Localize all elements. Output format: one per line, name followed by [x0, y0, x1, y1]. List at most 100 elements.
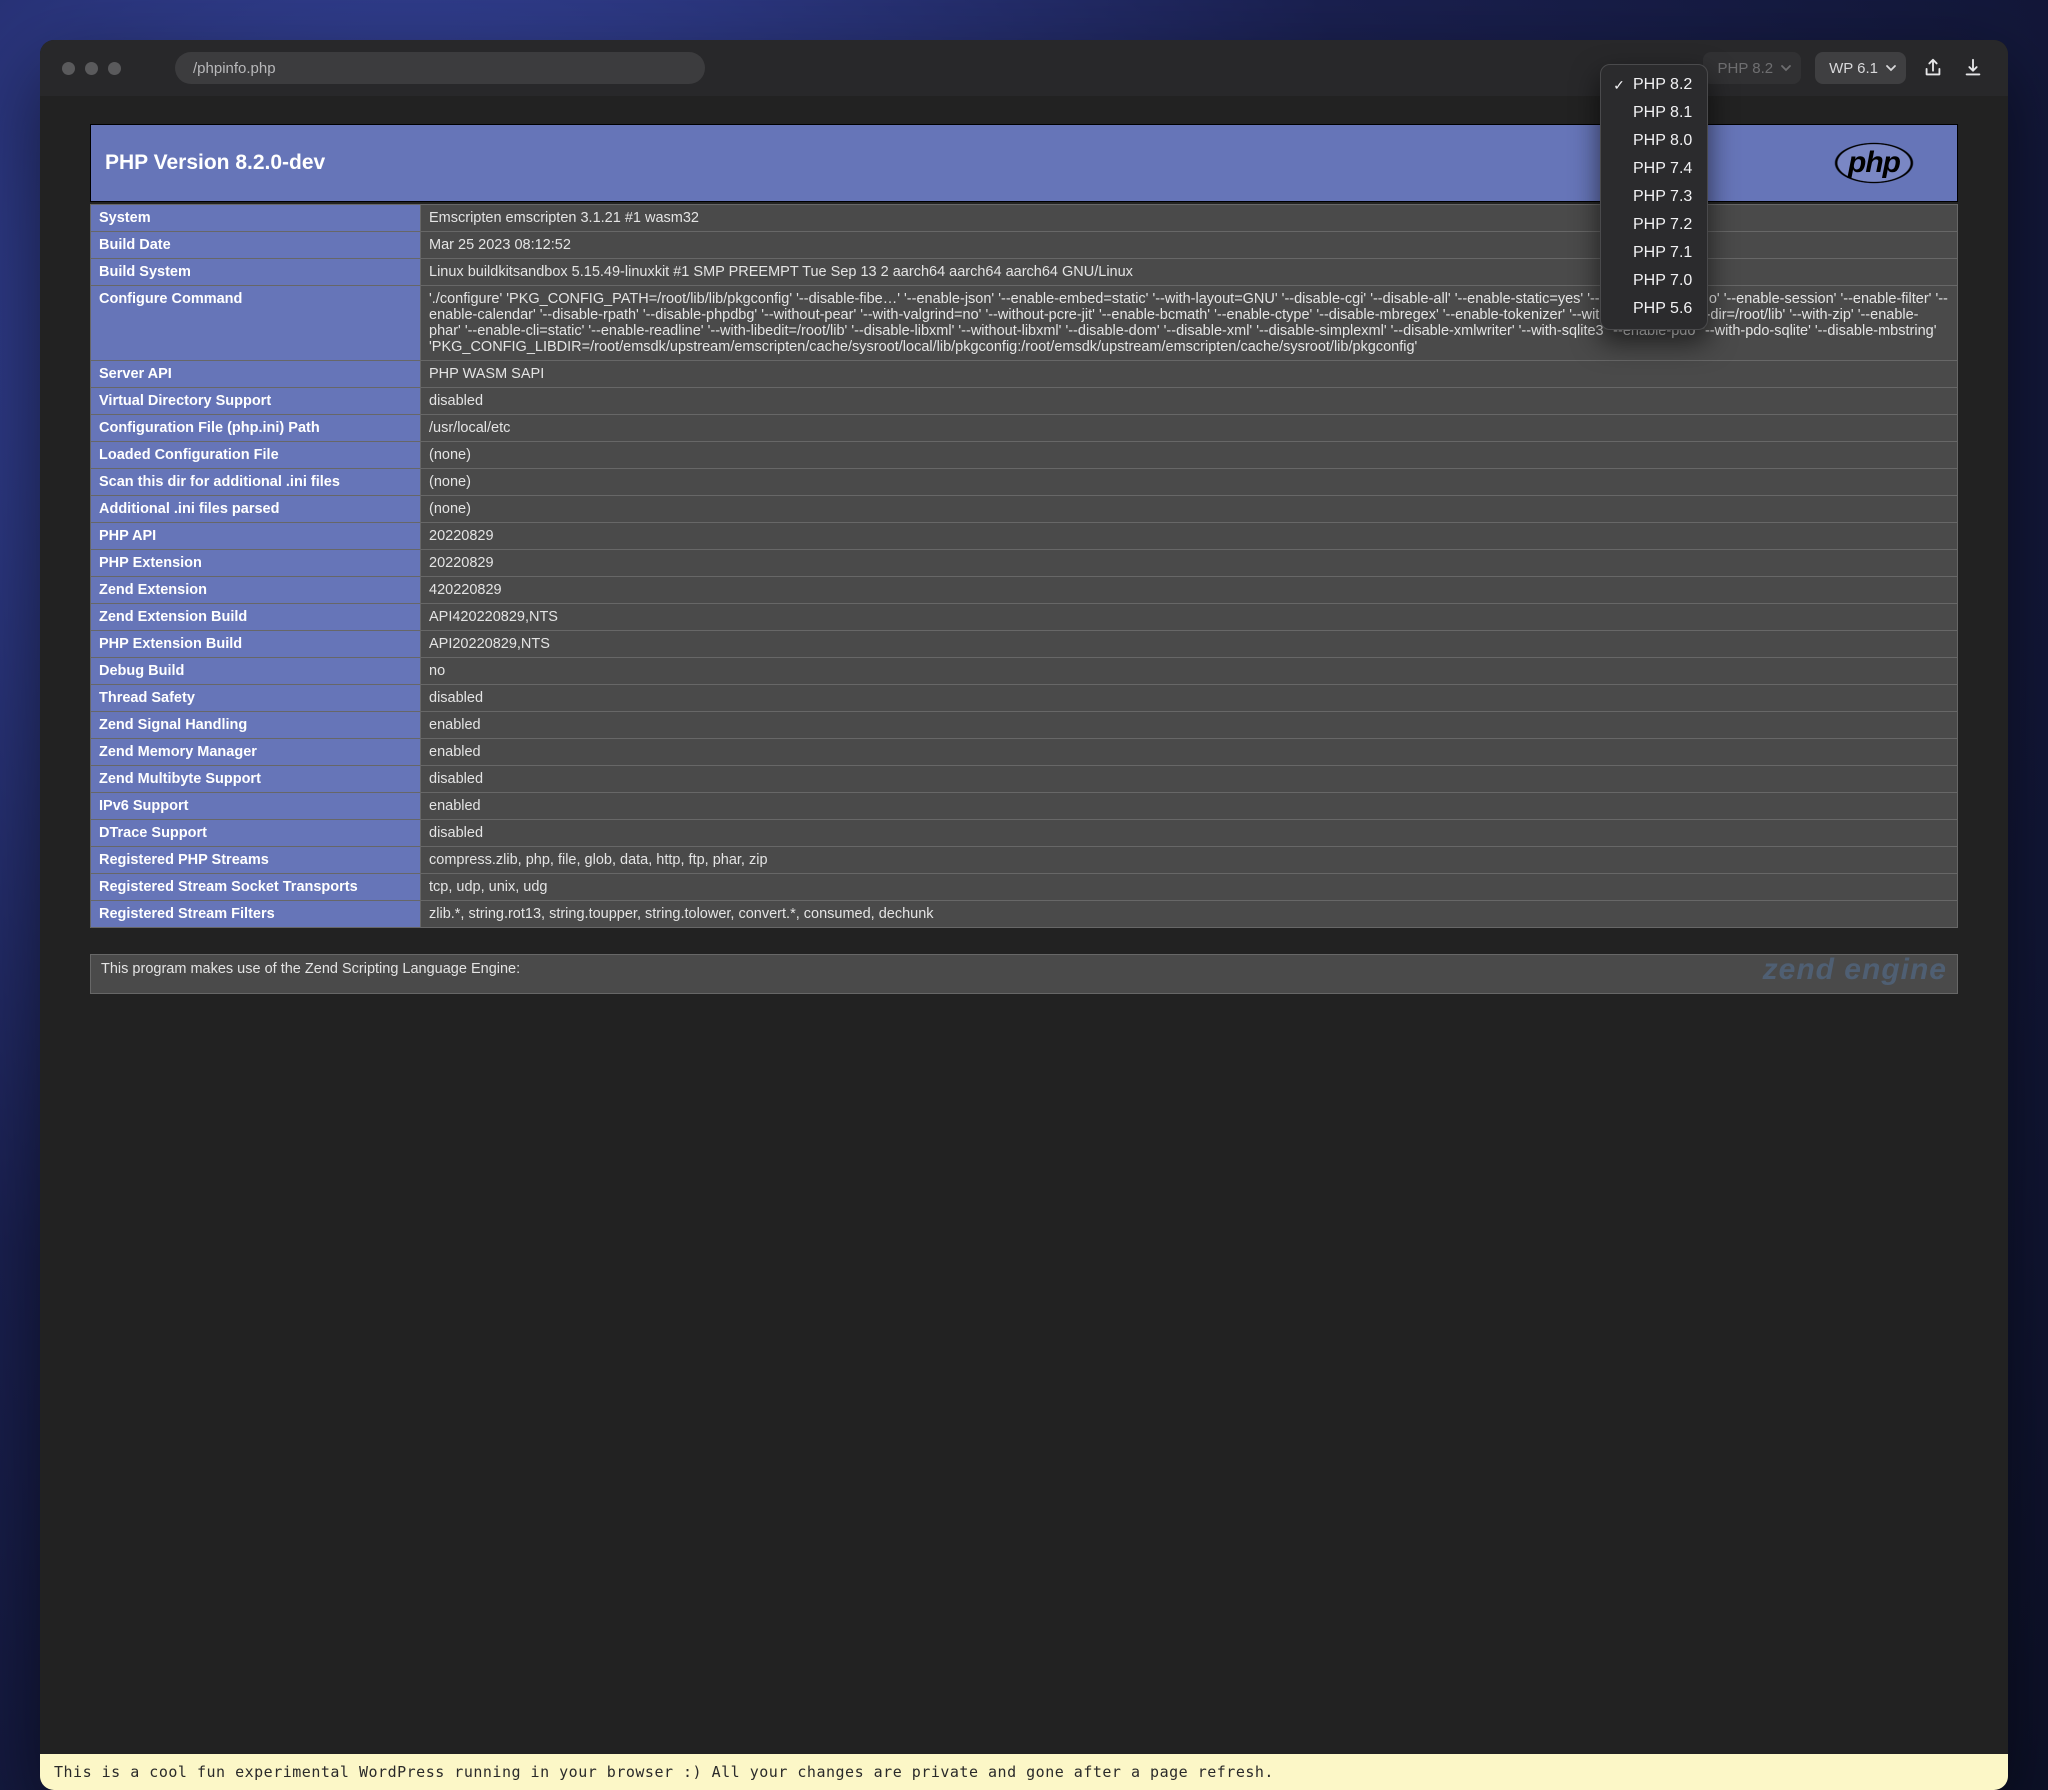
row-value: (none) [421, 469, 1958, 496]
row-value: disabled [421, 766, 1958, 793]
table-row: Zend Signal Handlingenabled [91, 712, 1958, 739]
php-version-option-label: PHP 7.1 [1633, 244, 1692, 262]
table-row: Scan this dir for additional .ini files(… [91, 469, 1958, 496]
row-key: Configure Command [91, 286, 421, 361]
php-logo-icon: php [1809, 130, 1939, 196]
zend-logo-icon: zend engine [1763, 953, 1947, 987]
php-version-label: PHP 8.2 [1717, 60, 1773, 77]
row-value: zlib.*, string.rot13, string.toupper, st… [421, 901, 1958, 928]
content-area[interactable]: PHP Version 8.2.0-dev php SystemEmscript… [40, 96, 2008, 1754]
row-value: API20220829,NTS [421, 631, 1958, 658]
php-version-option[interactable]: PHP 7.1 [1601, 239, 1707, 267]
php-version-option[interactable]: ✓ PHP 8.2 [1601, 71, 1707, 99]
row-key: Zend Multibyte Support [91, 766, 421, 793]
php-version-option[interactable]: PHP 7.0 [1601, 267, 1707, 295]
php-version-option[interactable]: PHP 8.1 [1601, 99, 1707, 127]
row-key: Virtual Directory Support [91, 388, 421, 415]
traffic-minimize-icon[interactable] [85, 62, 98, 75]
zend-text: This program makes use of the Zend Scrip… [101, 961, 520, 977]
php-version-option-label: PHP 8.2 [1633, 76, 1692, 94]
table-row: Registered Stream Socket Transportstcp, … [91, 874, 1958, 901]
table-row: PHP API20220829 [91, 523, 1958, 550]
url-bar[interactable]: /phpinfo.php [175, 52, 705, 84]
row-key: Server API [91, 361, 421, 388]
row-key: PHP Extension Build [91, 631, 421, 658]
php-version-option-label: PHP 7.2 [1633, 216, 1692, 234]
php-version-option-label: PHP 8.0 [1633, 132, 1692, 150]
row-key: PHP API [91, 523, 421, 550]
php-version-option-label: PHP 8.1 [1633, 104, 1692, 122]
table-row: Zend Multibyte Supportdisabled [91, 766, 1958, 793]
row-key: Additional .ini files parsed [91, 496, 421, 523]
table-row: PHP Extension20220829 [91, 550, 1958, 577]
row-value: PHP WASM SAPI [421, 361, 1958, 388]
window-controls [62, 62, 121, 75]
table-row: Additional .ini files parsed(none) [91, 496, 1958, 523]
download-button[interactable] [1960, 55, 1986, 81]
php-version-option[interactable]: PHP 7.4 [1601, 155, 1707, 183]
url-text: /phpinfo.php [193, 60, 276, 77]
chevron-down-icon [1779, 61, 1793, 75]
table-row: Thread Safetydisabled [91, 685, 1958, 712]
banner-text: This is a cool fun experimental WordPres… [54, 1763, 1274, 1781]
php-version-option[interactable]: PHP 7.3 [1601, 183, 1707, 211]
page-title: PHP Version 8.2.0-dev [105, 151, 325, 175]
row-key: Zend Signal Handling [91, 712, 421, 739]
table-row: DTrace Supportdisabled [91, 820, 1958, 847]
row-value: 420220829 [421, 577, 1958, 604]
row-key: Configuration File (php.ini) Path [91, 415, 421, 442]
table-row: PHP Extension BuildAPI20220829,NTS [91, 631, 1958, 658]
php-version-dropdown[interactable]: PHP 8.2 [1703, 52, 1801, 84]
wp-version-label: WP 6.1 [1829, 60, 1878, 77]
wp-version-dropdown[interactable]: WP 6.1 [1815, 52, 1906, 84]
table-row: Registered Stream Filterszlib.*, string.… [91, 901, 1958, 928]
php-version-option-label: PHP 5.6 [1633, 300, 1692, 318]
traffic-close-icon[interactable] [62, 62, 75, 75]
row-value: disabled [421, 388, 1958, 415]
table-row: Zend Extension BuildAPI420220829,NTS [91, 604, 1958, 631]
row-key: Registered Stream Filters [91, 901, 421, 928]
download-icon [1962, 57, 1984, 79]
traffic-zoom-icon[interactable] [108, 62, 121, 75]
table-row: Debug Buildno [91, 658, 1958, 685]
row-value: disabled [421, 820, 1958, 847]
row-value: Linux buildkitsandbox 5.15.49-linuxkit #… [421, 259, 1958, 286]
info-banner: This is a cool fun experimental WordPres… [40, 1754, 2008, 1790]
php-version-option[interactable]: PHP 7.2 [1601, 211, 1707, 239]
row-key: IPv6 Support [91, 793, 421, 820]
row-key: Registered PHP Streams [91, 847, 421, 874]
table-row: Registered PHP Streamscompress.zlib, php… [91, 847, 1958, 874]
row-value: API420220829,NTS [421, 604, 1958, 631]
row-value: (none) [421, 496, 1958, 523]
row-key: Loaded Configuration File [91, 442, 421, 469]
chevron-down-icon [1884, 61, 1898, 75]
row-value: /usr/local/etc [421, 415, 1958, 442]
row-key: System [91, 205, 421, 232]
zend-credits: This program makes use of the Zend Scrip… [90, 954, 1958, 994]
php-version-option-label: PHP 7.3 [1633, 188, 1692, 206]
row-value: enabled [421, 712, 1958, 739]
row-key: Build System [91, 259, 421, 286]
row-value: './configure' 'PKG_CONFIG_PATH=/root/lib… [421, 286, 1958, 361]
check-icon: ✓ [1611, 77, 1627, 94]
row-value: compress.zlib, php, file, glob, data, ht… [421, 847, 1958, 874]
toolbar: /phpinfo.php PHP 8.2 WP 6.1 ✓PH [40, 40, 2008, 96]
row-key: Scan this dir for additional .ini files [91, 469, 421, 496]
php-version-option[interactable]: PHP 5.6 [1601, 295, 1707, 323]
row-key: PHP Extension [91, 550, 421, 577]
row-value: (none) [421, 442, 1958, 469]
app-window: /phpinfo.php PHP 8.2 WP 6.1 ✓PH [40, 40, 2008, 1790]
php-version-option[interactable]: PHP 8.0 [1601, 127, 1707, 155]
table-row: Zend Extension420220829 [91, 577, 1958, 604]
share-icon [1922, 57, 1944, 79]
share-button[interactable] [1920, 55, 1946, 81]
row-key: Zend Memory Manager [91, 739, 421, 766]
table-row: Zend Memory Managerenabled [91, 739, 1958, 766]
row-value: 20220829 [421, 550, 1958, 577]
table-row: Configuration File (php.ini) Path/usr/lo… [91, 415, 1958, 442]
row-key: DTrace Support [91, 820, 421, 847]
row-value: 20220829 [421, 523, 1958, 550]
row-value: tcp, udp, unix, udg [421, 874, 1958, 901]
table-row: Loaded Configuration File(none) [91, 442, 1958, 469]
php-version-option-label: PHP 7.4 [1633, 160, 1692, 178]
